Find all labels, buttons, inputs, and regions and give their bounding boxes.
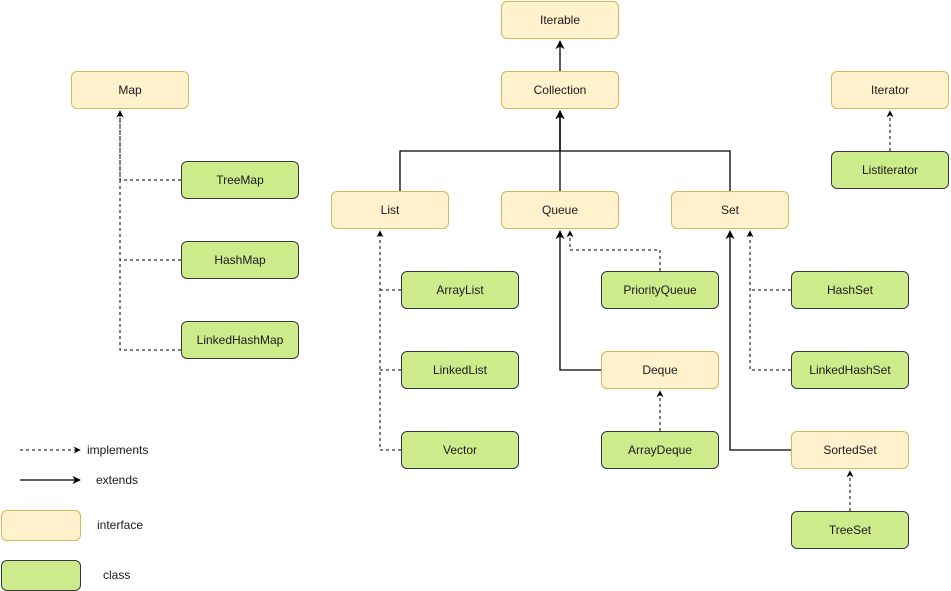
node-hashmap[interactable]: HashMap [181,241,299,279]
node-arraylist[interactable]: ArrayList [401,271,519,309]
edge-set-extends-collection [555,110,731,191]
legend-interface-label: interface [97,518,144,532]
node-linkedlist[interactable]: LinkedList [401,351,519,389]
node-treemap[interactable]: TreeMap [181,161,299,199]
edge-linkedhashset-implements-set [746,230,791,371]
node-sortedset[interactable]: SortedSet [791,431,909,469]
legend-interface-swatch [1,510,81,541]
node-list[interactable]: List [331,191,449,229]
legend-class-swatch [1,560,81,591]
node-set[interactable]: Set [671,191,789,229]
node-hashset[interactable]: HashSet [791,271,909,309]
node-arraydeque[interactable]: ArrayDeque [601,431,719,469]
node-vector[interactable]: Vector [401,431,519,469]
legend-extends-label: extends [96,473,139,487]
node-iterable[interactable]: Iterable [501,1,619,39]
edge-deque-extends-queue [555,230,601,371]
legend-lines [20,446,81,485]
node-collection[interactable]: Collection [501,71,619,109]
node-priorityqueue[interactable]: PriorityQueue [601,271,719,309]
edge-linkedhashmap-implements-map [116,110,181,351]
node-map[interactable]: Map [71,71,189,109]
node-linkedhashmap[interactable]: LinkedHashMap [181,321,299,359]
edge-treemap-implements-map [116,110,181,181]
legend-implements-label: implements [87,443,149,457]
edge-sortedset-extends-set [725,230,791,451]
node-linkedhashset[interactable]: LinkedHashSet [791,351,909,389]
node-queue[interactable]: Queue [501,191,619,229]
node-treeset[interactable]: TreeSet [791,511,909,549]
legend-class-label: class [103,568,131,582]
node-deque[interactable]: Deque [601,351,719,389]
node-iterator[interactable]: Iterator [831,71,949,109]
edge-vector-implements-list [376,230,401,451]
node-listiterator[interactable]: Listiterator [831,151,949,189]
edge-list-extends-collection [399,110,565,191]
edge-priorityqueue-implements-queue [566,230,661,271]
